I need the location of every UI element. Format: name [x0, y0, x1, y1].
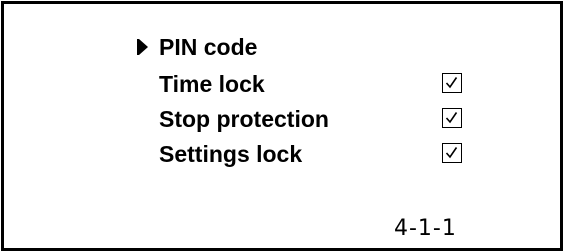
- menu-item-label: Stop protection: [159, 106, 329, 132]
- checkmark-icon: [445, 77, 458, 89]
- checkmark-icon: [445, 112, 458, 124]
- menu-item-stop-protection[interactable]: Stop protection: [159, 102, 499, 136]
- time-lock-checkbox[interactable]: [442, 73, 462, 93]
- menu-item-label: Time lock: [159, 71, 265, 97]
- menu-item-label: PIN code: [159, 34, 258, 60]
- security-menu: PIN code Time lock Stop protection Setti…: [4, 4, 560, 248]
- device-screen: PIN code Time lock Stop protection Setti…: [1, 1, 563, 251]
- checkmark-icon: [445, 147, 458, 159]
- settings-lock-checkbox[interactable]: [442, 143, 462, 163]
- menu-item-time-lock[interactable]: Time lock: [159, 67, 499, 101]
- menu-item-settings-lock[interactable]: Settings lock: [159, 137, 499, 171]
- menu-item-pin-code[interactable]: PIN code: [137, 30, 499, 64]
- selection-arrow-icon: [139, 39, 148, 55]
- menu-item-label: Settings lock: [159, 141, 303, 167]
- screen-code-label: 4-1-1: [394, 216, 457, 241]
- stop-protection-checkbox[interactable]: [442, 108, 462, 128]
